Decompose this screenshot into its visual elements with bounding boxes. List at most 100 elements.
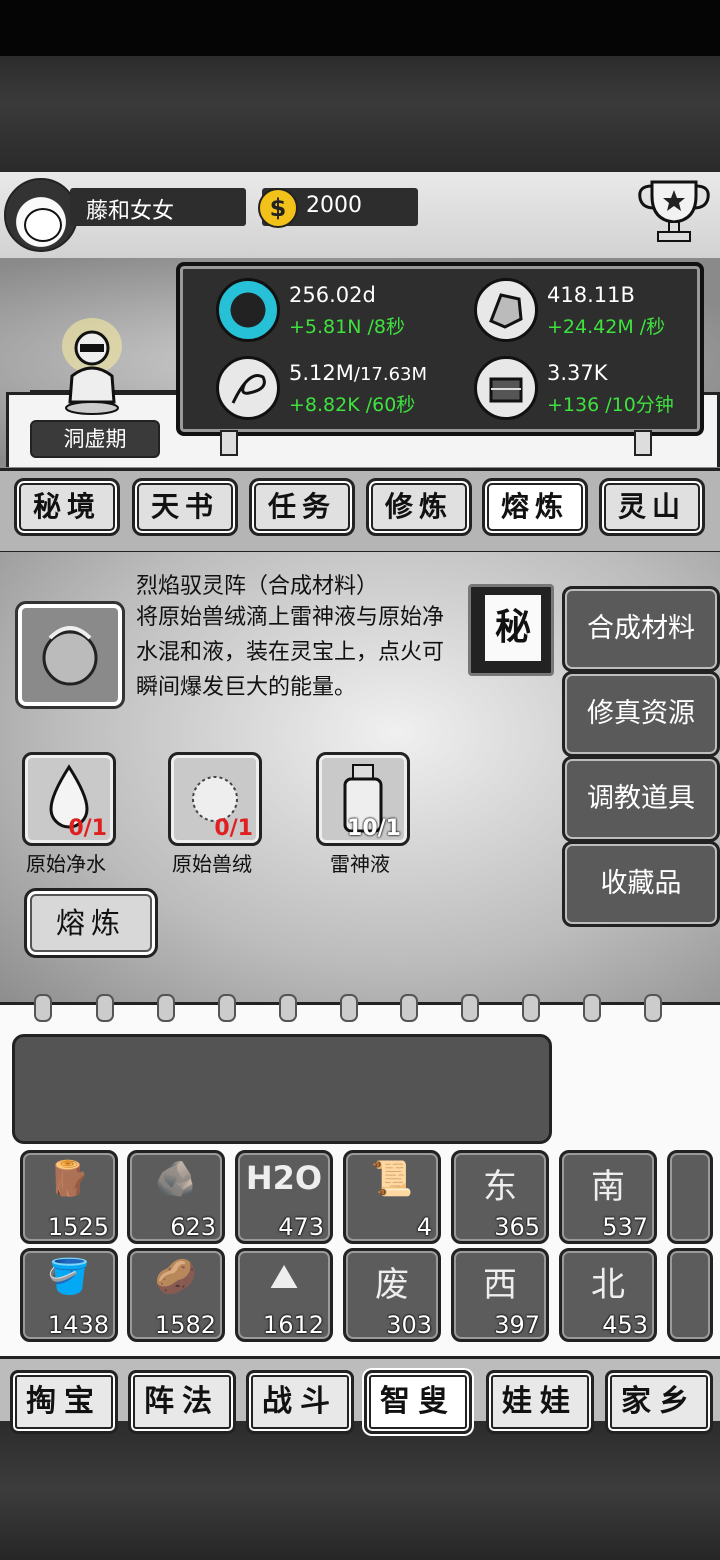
rock-pile-icon: 🪨 xyxy=(154,1159,198,1199)
stat-max: /17.63M xyxy=(353,364,428,385)
inventory-slot-partial[interactable] xyxy=(667,1248,713,1342)
inventory-slot[interactable]: 东 365 xyxy=(451,1150,549,1244)
notebook-ring xyxy=(340,994,358,1022)
inventory-slot[interactable]: 🪵 1525 xyxy=(20,1150,118,1244)
nav-zhandou[interactable]: 战斗 xyxy=(246,1370,354,1434)
cultivator-figure-icon[interactable] xyxy=(58,316,126,416)
top-decor-band xyxy=(0,56,720,172)
nav-zhisou[interactable]: 智叟 xyxy=(364,1370,472,1434)
stat-rate: +24.42M /秒 xyxy=(547,316,666,338)
stat-rate: +5.81N /8秒 xyxy=(289,316,405,338)
waste-bag-icon: 废 xyxy=(375,1265,409,1305)
item-count: 4 xyxy=(416,1213,432,1241)
nav-zhenfa[interactable]: 阵法 xyxy=(128,1370,236,1434)
stat-current: 5.12M xyxy=(289,361,354,385)
whirlwind-icon xyxy=(216,356,280,420)
inventory-slot-partial[interactable] xyxy=(667,1150,713,1244)
item-count: 303 xyxy=(386,1311,432,1339)
tab-tianshu[interactable]: 天书 xyxy=(132,478,238,536)
tab-xiulian[interactable]: 修炼 xyxy=(366,478,472,536)
category-collectibles[interactable]: 收藏品 xyxy=(562,841,720,927)
notebook-ring xyxy=(218,994,236,1022)
notebook-ring xyxy=(522,994,540,1022)
inventory-slot[interactable]: 🪨 623 xyxy=(127,1150,225,1244)
nav-wawa[interactable]: 娃娃 xyxy=(486,1370,594,1434)
notebook-ring xyxy=(583,994,601,1022)
stat-value: 418.11B xyxy=(547,283,635,307)
item-count: 453 xyxy=(602,1311,648,1339)
material-count: 0/1 xyxy=(214,816,253,841)
trophy-icon[interactable] xyxy=(636,176,712,246)
item-count: 365 xyxy=(494,1213,540,1241)
inventory-slot[interactable]: 北 453 xyxy=(559,1248,657,1342)
coin-count: 2000 xyxy=(306,193,362,218)
recipe-description: 将原始兽绒滴上雷神液与原始净水混和液，装在灵宝上，点火可瞬间爆发巨大的能量。 xyxy=(136,605,445,700)
inventory-slot[interactable]: 📜 4 xyxy=(343,1150,441,1244)
material-name: 雷神液 xyxy=(330,852,390,876)
material-slot[interactable]: 0/1 xyxy=(22,752,116,846)
south-doll-icon: 南 xyxy=(591,1167,625,1207)
spotted-stone-icon: 🥔 xyxy=(154,1257,198,1297)
avatar[interactable] xyxy=(4,178,78,252)
notebook-ring xyxy=(34,994,52,1022)
inventory-slot[interactable]: 🥔 1582 xyxy=(127,1248,225,1342)
material-slot[interactable]: 10/1 xyxy=(316,752,410,846)
realm-badge: 洞虚期 xyxy=(30,420,160,458)
notebook-ring xyxy=(461,994,479,1022)
stat-value: 256.02d xyxy=(289,283,376,307)
nav-taobao[interactable]: 掏宝 xyxy=(10,1370,118,1434)
notebook-ring xyxy=(644,994,662,1022)
stat-rate: +8.82K /60秒 xyxy=(289,394,416,416)
status-bar-area xyxy=(0,0,720,56)
inventory-slot[interactable]: 废 303 xyxy=(343,1248,441,1342)
scroll-icon: 📜 xyxy=(370,1159,414,1199)
h2o-icon: H2O xyxy=(245,1159,323,1197)
category-training-items[interactable]: 调教道具 xyxy=(562,756,720,842)
stat-value: 3.37K xyxy=(547,361,608,385)
tab-renwu[interactable]: 任务 xyxy=(249,478,355,536)
secret-badge[interactable]: 秘 xyxy=(468,584,554,676)
notebook-ring xyxy=(157,994,175,1022)
notebook-ring xyxy=(96,994,114,1022)
east-doll-icon: 东 xyxy=(483,1167,517,1207)
west-doll-icon: 西 xyxy=(483,1265,517,1305)
item-count: 537 xyxy=(602,1213,648,1241)
panel-leg xyxy=(634,430,652,456)
secret-label: 秘 xyxy=(485,595,541,661)
wood-bundle-icon: 🪵 xyxy=(47,1159,91,1199)
inventory-slot[interactable]: H2O 473 xyxy=(235,1150,333,1244)
north-doll-icon: 北 xyxy=(591,1265,625,1305)
player-name: 藤和女女 xyxy=(86,199,175,224)
item-info-box xyxy=(12,1034,552,1144)
stat-rate: +136 /10分钟 xyxy=(547,394,674,416)
notebook-ring xyxy=(279,994,297,1022)
item-count: 397 xyxy=(494,1311,540,1339)
material-count: 0/1 xyxy=(68,816,107,841)
category-synthesis-materials[interactable]: 合成材料 xyxy=(562,586,720,672)
sand-pile-icon: ⛰ xyxy=(269,1257,299,1297)
notebook-ring xyxy=(400,994,418,1022)
tab-ronglian[interactable]: 熔炼 xyxy=(482,478,588,536)
smelt-button[interactable]: 熔炼 xyxy=(24,888,158,958)
crystal-stone-icon xyxy=(474,278,538,342)
category-cultivation-resources[interactable]: 修真资源 xyxy=(562,671,720,757)
stump-icon: 🪣 xyxy=(47,1257,91,1297)
inventory-slot[interactable]: ⛰ 1612 xyxy=(235,1248,333,1342)
material-slot[interactable]: 0/1 xyxy=(168,752,262,846)
coin-icon: $ xyxy=(258,188,298,228)
item-count: 1612 xyxy=(262,1311,324,1339)
tab-mijing[interactable]: 秘境 xyxy=(14,478,120,536)
item-count: 1525 xyxy=(47,1213,109,1241)
recipe-thumbnail xyxy=(15,601,125,709)
tab-lingshan[interactable]: 灵山 xyxy=(599,478,705,536)
inventory-slot[interactable]: 南 537 xyxy=(559,1150,657,1244)
item-count: 623 xyxy=(170,1213,216,1241)
material-name: 原始兽绒 xyxy=(172,852,252,876)
item-count: 473 xyxy=(278,1213,324,1241)
inventory-slot[interactable]: 西 397 xyxy=(451,1248,549,1342)
panel-leg xyxy=(220,430,238,456)
inventory-slot[interactable]: 🪣 1438 xyxy=(20,1248,118,1342)
material-name: 原始净水 xyxy=(26,852,106,876)
nav-jiaxiang[interactable]: 家乡 xyxy=(605,1370,713,1434)
material-count: 10/1 xyxy=(347,816,401,841)
